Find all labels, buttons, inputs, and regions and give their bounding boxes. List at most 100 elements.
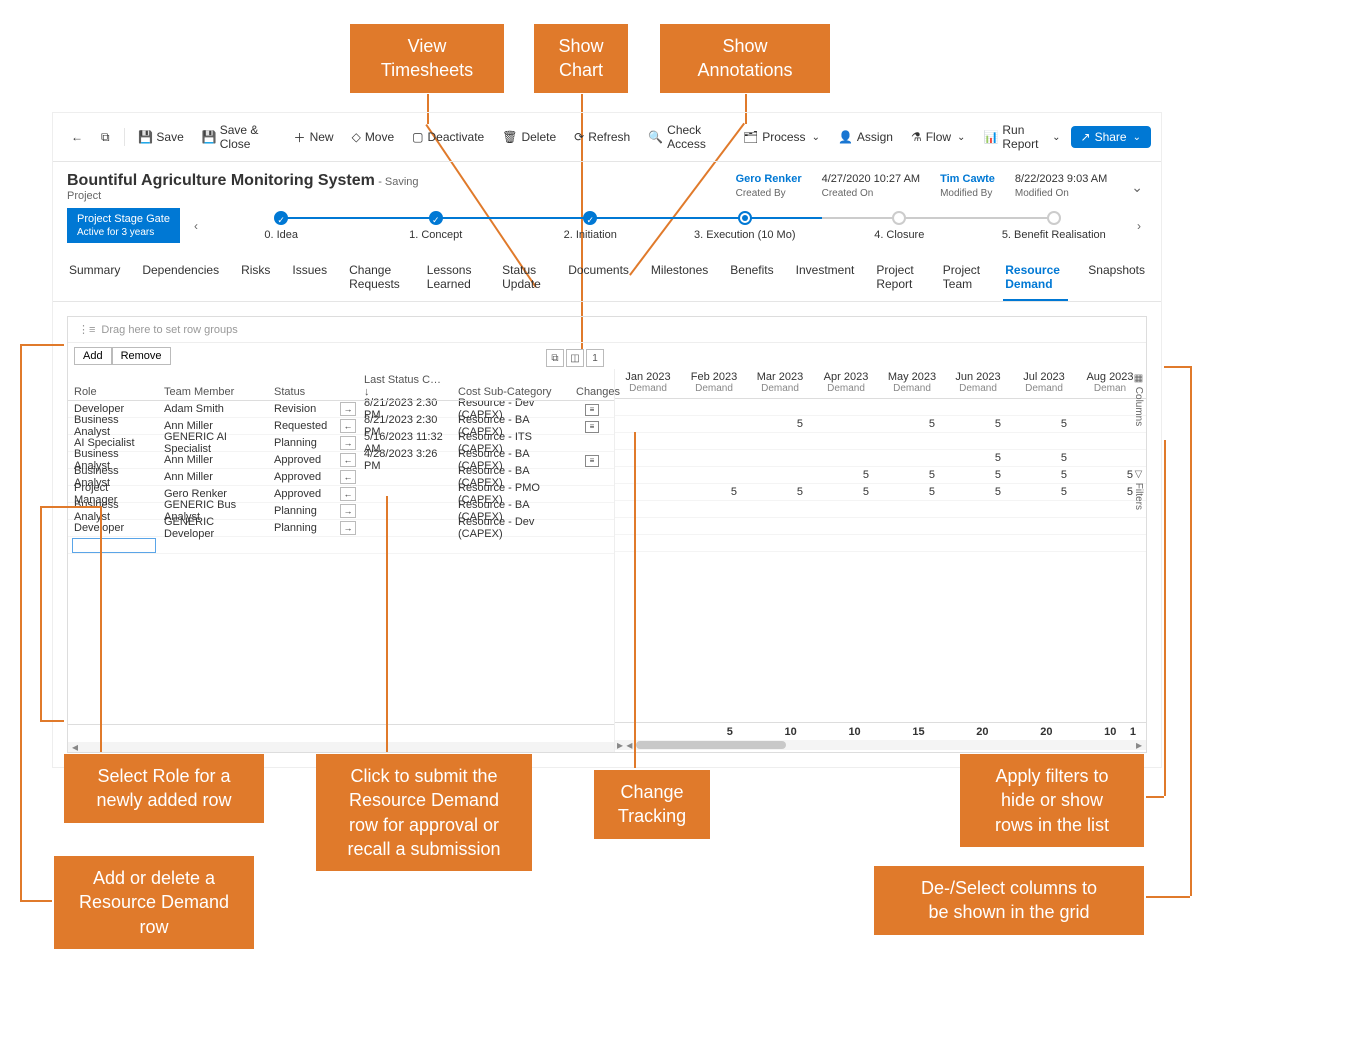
month-header[interactable]: May 2023Demand [879,369,945,398]
stage-next[interactable]: › [1131,215,1147,237]
move-button[interactable]: ◇Move [344,126,403,148]
save-button[interactable]: 💾Save [130,126,191,148]
changes-icon[interactable]: ≡ [585,404,599,416]
changes-icon[interactable]: ≡ [585,455,599,467]
col-header-team-member[interactable]: Team Member [158,384,268,400]
demand-cell[interactable]: 5 [1011,486,1077,498]
deactivate-button[interactable]: ▢Deactivate [404,126,492,148]
demand-cell[interactable]: 5 [879,469,945,481]
demand-cell[interactable]: 5 [945,452,1011,464]
add-row-button[interactable]: Add [74,347,112,365]
table-row-values[interactable] [615,501,1146,518]
tab-documents[interactable]: Documents [566,257,631,301]
demand-cell[interactable]: 5 [747,418,813,430]
demand-cell[interactable]: 5 [747,486,813,498]
table-row-values[interactable]: 55555 [615,467,1146,484]
submit-recall-button[interactable]: ← [340,470,356,484]
delete-button[interactable]: 🗑Delete [494,126,564,148]
tab-change-requests[interactable]: Change Requests [347,257,407,301]
stage-0[interactable]: ✓0. Idea [204,211,359,241]
col-header-cost-sub[interactable]: Cost Sub-Category [452,384,570,400]
stage-1[interactable]: ✓1. Concept [358,211,513,241]
demand-cell[interactable]: 5 [945,418,1011,430]
table-row-values[interactable]: 5555 [615,416,1146,433]
stage-3[interactable]: 3. Execution (10 Mo) [668,211,823,241]
submit-recall-button[interactable]: → [340,504,356,518]
h-scroll-right[interactable]: ▸ ◂▸ [615,740,1146,750]
row-groups-dropzone[interactable]: ⋮≡ Drag here to set row groups [68,317,1146,343]
stage-2[interactable]: ✓2. Initiation [513,211,668,241]
tab-milestones[interactable]: Milestones [649,257,710,301]
view-timesheets-button[interactable]: ⧉ [546,349,564,367]
month-header[interactable]: Mar 2023Demand [747,369,813,398]
table-row-values[interactable] [615,518,1146,535]
submit-recall-button[interactable]: ← [340,419,356,433]
demand-cell[interactable]: 5 [945,486,1011,498]
show-chart-button[interactable]: ◫ [566,349,584,367]
submit-recall-button[interactable]: → [340,436,356,450]
table-row-values[interactable]: 55 [615,450,1146,467]
demand-cell[interactable]: 5 [813,486,879,498]
tab-benefits[interactable]: Benefits [728,257,775,301]
tab-investment[interactable]: Investment [794,257,857,301]
submit-recall-button[interactable]: ← [340,453,356,467]
col-header-changes[interactable]: Changes [570,384,614,400]
changes-icon[interactable]: ≡ [585,421,599,433]
demand-cell[interactable]: 5 [1011,418,1077,430]
stage-prev[interactable]: ‹ [188,215,204,237]
remove-row-button[interactable]: Remove [112,347,171,365]
run-report-button[interactable]: 📊Run Report⌄ [975,119,1068,155]
open-new-window-button[interactable]: ⧉ [93,126,118,149]
columns-panel-toggle[interactable]: ▦ Columns [1130,367,1146,432]
tab-issues[interactable]: Issues [290,257,329,301]
tab-resource-demand[interactable]: Resource Demand [1003,257,1068,301]
demand-cell[interactable]: 5 [1011,452,1077,464]
header-expand[interactable]: ⌄ [1127,175,1147,200]
month-header[interactable]: Apr 2023Demand [813,369,879,398]
tab-status-update[interactable]: Status Update [500,257,548,301]
demand-cell[interactable]: 5 [1011,469,1077,481]
month-header[interactable]: Jun 2023Demand [945,369,1011,398]
new-row-role-input[interactable] [72,538,156,553]
submit-recall-button[interactable]: ← [340,487,356,501]
share-button[interactable]: ↗Share⌄ [1071,126,1151,148]
h-scroll-left[interactable]: ◂ [68,742,614,752]
stage-5[interactable]: 5. Benefit Realisation [977,211,1132,241]
table-row-values[interactable] [615,399,1146,416]
demand-cell[interactable]: 5 [879,418,945,430]
table-row-values[interactable]: 5555555 [615,484,1146,501]
col-header-last-status[interactable]: Last Status C… ↓ [358,372,452,400]
tab-risks[interactable]: Risks [239,257,272,301]
back-button[interactable]: ← [63,126,91,148]
demand-cell[interactable]: 5 [945,469,1011,481]
stage-4[interactable]: 4. Closure [822,211,977,241]
tab-summary[interactable]: Summary [67,257,122,301]
filters-panel-toggle[interactable]: ▽ Filters [1130,463,1146,516]
flow-button[interactable]: ⚗Flow⌄ [903,126,974,148]
month-header[interactable]: Jul 2023Demand [1011,369,1077,398]
tab-lessons-learned[interactable]: Lessons Learned [425,257,482,301]
col-header-role[interactable]: Role [68,384,158,400]
show-annotations-button[interactable]: 1 [586,349,604,367]
col-header-status[interactable]: Status [268,384,334,400]
tab-project-report[interactable]: Project Report [874,257,922,301]
save-close-button[interactable]: 💾Save & Close [194,119,284,155]
submit-recall-button[interactable]: → [340,402,356,416]
stage-badge[interactable]: Project Stage Gate Active for 3 years [67,208,180,243]
assign-button[interactable]: 👤Assign [830,126,901,148]
month-header[interactable]: Jan 2023Demand [615,369,681,398]
refresh-button[interactable]: ⟳Refresh [566,126,638,148]
check-access-button[interactable]: 🔍Check Access [640,119,733,155]
process-button[interactable]: 🗂Process⌄ [735,126,828,148]
demand-cell[interactable]: 5 [813,469,879,481]
demand-cell[interactable]: 5 [879,486,945,498]
demand-cell[interactable]: 5 [681,486,747,498]
tab-dependencies[interactable]: Dependencies [140,257,221,301]
new-button[interactable]: ＋New [286,125,342,150]
tab-project-team[interactable]: Project Team [941,257,985,301]
month-header[interactable]: Feb 2023Demand [681,369,747,398]
table-row-values[interactable] [615,433,1146,450]
tab-snapshots[interactable]: Snapshots [1086,257,1147,301]
table-row[interactable]: DeveloperGENERIC DeveloperPlanning→Resou… [68,520,614,537]
submit-recall-button[interactable]: → [340,521,356,535]
